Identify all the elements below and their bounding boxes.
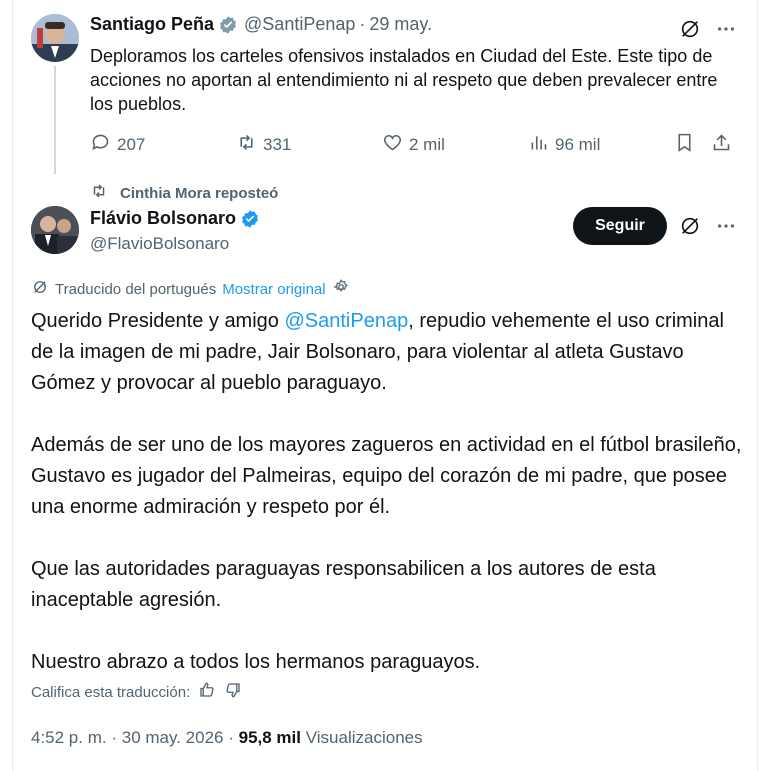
avatar-flavio[interactable] <box>31 206 79 254</box>
follow-button[interactable]: Seguir <box>573 207 667 245</box>
translation-notice: Traducido del portugués Mostrar original <box>31 278 350 300</box>
translated-label: Traducido del portugués <box>55 280 217 298</box>
author-handle[interactable]: @SantiPenap <box>244 14 355 35</box>
settings-icon[interactable] <box>332 278 350 300</box>
tweet1-text: Deploramos los carteles ofensivos instal… <box>90 46 718 114</box>
author-name[interactable]: Santiago Peña <box>90 14 214 35</box>
tweet1-header: Santiago Peña @SantiPenap · 29 may. <box>90 14 432 35</box>
views-label: Visualizaciones <box>305 728 423 747</box>
paragraph-4: Nuestro abrazo a todos los hermanos para… <box>31 651 481 673</box>
mention-link[interactable]: @SantiPenap <box>284 310 408 332</box>
more-icon[interactable] <box>712 212 740 240</box>
tweet-meta: 4:52 p. m. · 30 may. 2026 · 95,8 mil Vis… <box>31 728 423 748</box>
grok-icon[interactable] <box>676 212 704 240</box>
author-name[interactable]: Flávio Bolsonaro <box>90 208 236 229</box>
share-button[interactable] <box>711 132 732 158</box>
views-count: 96 mil <box>555 135 601 154</box>
tweet-time[interactable]: 4:52 p. m. <box>31 728 107 747</box>
rate-label: Califica esta traducción: <box>31 683 191 701</box>
separator-dot: · <box>359 14 366 34</box>
like-icon <box>382 132 403 158</box>
repost-label: Cinthia Mora reposteó <box>120 184 279 202</box>
rate-translation: Califica esta traducción: <box>31 681 242 703</box>
repost-icon <box>90 182 108 204</box>
paragraph-2: Además de ser uno de los mayores zaguero… <box>31 434 742 518</box>
tweet-date[interactable]: 30 may. 2026 <box>122 728 224 747</box>
repost-icon <box>236 132 257 158</box>
like-button[interactable]: 2 mil <box>382 132 445 158</box>
thread-line <box>54 66 56 174</box>
more-icon[interactable] <box>712 15 740 43</box>
like-count: 2 mil <box>409 135 445 154</box>
views-count: 95,8 mil <box>238 728 301 747</box>
separator-dot: · <box>228 728 239 747</box>
views-button[interactable]: 96 mil <box>528 132 600 158</box>
avatar-santiago[interactable] <box>31 14 79 62</box>
reply-button[interactable]: 207 <box>90 132 145 158</box>
bookmark-icon <box>674 132 695 158</box>
bookmark-button[interactable] <box>674 132 695 158</box>
tweet2-text: Querido Presidente y amigo @SantiPenap, … <box>31 306 743 709</box>
thumbs-down-icon[interactable] <box>224 681 242 703</box>
tweet1-actions: 207 331 2 mil 96 mil <box>90 132 740 158</box>
verified-badge-icon <box>218 15 238 35</box>
grok-icon <box>31 278 49 300</box>
thumbs-up-icon[interactable] <box>198 681 216 703</box>
paragraph-3: Que las autoridades paraguayas responsab… <box>31 558 656 611</box>
author-handle[interactable]: @FlavioBolsonaro <box>90 234 229 254</box>
reply-count: 207 <box>117 135 146 154</box>
repost-count: 331 <box>263 135 292 154</box>
tweet2-header: Flávio Bolsonaro <box>90 208 260 229</box>
separator-dot: · <box>111 728 122 747</box>
views-icon <box>528 132 549 158</box>
repost-button[interactable]: 331 <box>236 132 291 158</box>
share-icon <box>711 132 732 158</box>
show-original-link[interactable]: Mostrar original <box>222 281 325 298</box>
paragraph-1: Querido Presidente y amigo @SantiPenap, … <box>31 310 724 394</box>
grok-icon[interactable] <box>676 15 704 43</box>
reply-icon <box>90 132 111 158</box>
tweet-date[interactable]: 29 may. <box>369 14 432 35</box>
verified-badge-icon <box>240 209 260 229</box>
repost-indicator[interactable]: Cinthia Mora reposteó <box>90 182 278 204</box>
